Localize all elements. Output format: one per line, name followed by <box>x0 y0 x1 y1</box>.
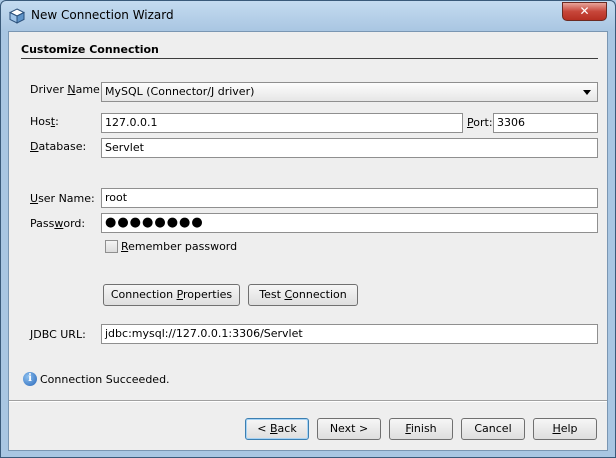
driver-name-value: MySQL (Connector/J driver) <box>105 85 255 98</box>
host-field[interactable]: 127.0.0.1 <box>101 113 463 133</box>
port-field[interactable]: 3306 <box>493 113 598 133</box>
database-label: Database: <box>30 140 87 153</box>
status-message: Connection Succeeded. <box>40 373 170 386</box>
help-button[interactable]: Help <box>533 418 597 440</box>
window-title: New Connection Wizard <box>31 8 174 22</box>
remember-password-label[interactable]: Remember password <box>121 240 237 253</box>
jdbc-url-field[interactable]: jdbc:mysql://127.0.0.1:3306/Servlet <box>101 324 598 344</box>
back-button[interactable]: < Back <box>245 418 309 440</box>
chevron-down-icon <box>583 90 591 95</box>
close-icon: ✕ <box>579 4 590 18</box>
panel-header: Customize Connection <box>21 43 159 56</box>
jdbc-url-label: JDBC URL: <box>30 328 86 341</box>
info-icon: i <box>23 372 37 386</box>
cube-icon <box>9 8 25 24</box>
close-button[interactable]: ✕ <box>562 2 607 21</box>
test-connection-button[interactable]: Test Connection <box>248 284 358 306</box>
next-button[interactable]: Next > <box>317 418 381 440</box>
cancel-button[interactable]: Cancel <box>461 418 525 440</box>
driver-name-label: Driver Name: <box>30 83 104 96</box>
database-field[interactable]: Servlet <box>101 138 598 158</box>
password-field[interactable]: ●●●●●●●● <box>101 213 598 233</box>
wizard-window: New Connection Wizard ✕ Customize Connec… <box>0 0 616 458</box>
host-label: Host: <box>30 115 59 128</box>
remember-password-checkbox[interactable] <box>105 240 118 253</box>
wizard-panel: Customize Connection Driver Name: MySQL … <box>8 31 608 451</box>
password-label: Password: <box>30 217 86 230</box>
header-divider <box>21 58 598 59</box>
user-name-label: User Name: <box>30 192 95 205</box>
title-bar[interactable]: New Connection Wizard ✕ <box>1 1 615 31</box>
connection-properties-button[interactable]: Connection Properties <box>103 284 240 306</box>
user-name-field[interactable]: root <box>101 188 598 208</box>
driver-name-select[interactable]: MySQL (Connector/J driver) <box>101 82 598 102</box>
finish-button[interactable]: Finish <box>389 418 453 440</box>
port-label: Port: <box>467 116 493 129</box>
footer-divider <box>9 400 607 401</box>
